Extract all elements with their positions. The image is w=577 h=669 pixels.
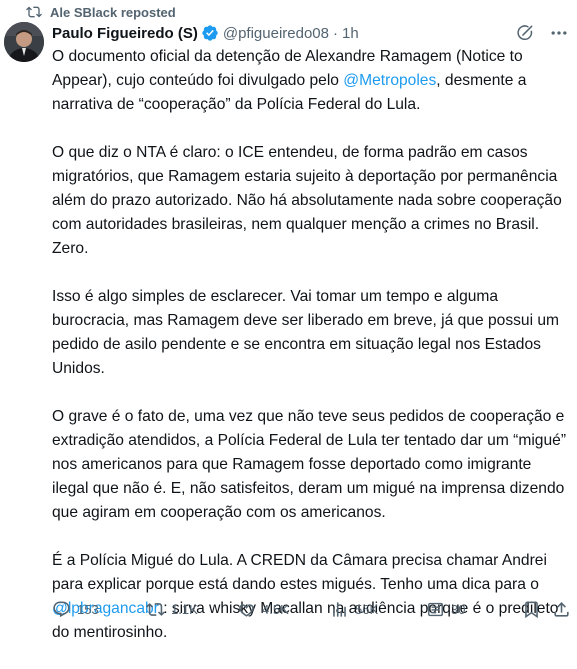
text-segment: É a Polícia Migué do Lula. A CREDN da Câ… [52, 552, 547, 593]
more-options-icon[interactable] [549, 23, 569, 43]
tweet-text: O documento oficial da detenção de Alexa… [52, 45, 572, 669]
separator-dot: · [332, 24, 338, 42]
notes-button[interactable]: 30 [426, 600, 465, 619]
heart-icon [239, 603, 254, 617]
views-chart-icon [333, 601, 346, 617]
views-count: 56K [355, 601, 379, 617]
paragraph: Isso é algo simples de esclarecer. Vai t… [52, 288, 560, 377]
timestamp[interactable]: 1h [342, 25, 359, 42]
share-icon [554, 601, 569, 617]
author-handle[interactable]: @pfigueiredo08 [223, 25, 329, 42]
social-context-label: Ale SBlack reposted [50, 4, 176, 20]
bookmark-icon [525, 601, 538, 618]
paragraph: O documento oficial da detenção de Alexa… [52, 45, 572, 117]
tweet-header: Paulo Figueiredo (S) @pfigueiredo08 · 1h [52, 22, 569, 44]
paragraph: É a Polícia Migué do Lula. A CREDN da Câ… [52, 549, 572, 645]
tweet[interactable]: Ale SBlack reposted Paulo Figueiredo (S)… [0, 0, 577, 641]
repost-icon [26, 4, 42, 20]
paragraph: O que diz o NTA é claro: o ICE entendeu,… [52, 144, 562, 257]
repost-button[interactable]: 1.1K [146, 600, 198, 619]
verified-badge-icon[interactable] [201, 24, 219, 42]
reply-icon [53, 601, 70, 617]
like-count: 4.5K [262, 601, 289, 617]
repost-count: 1.1K [171, 601, 198, 617]
views-button[interactable]: 56K [330, 600, 378, 619]
social-context[interactable]: Ale SBlack reposted [26, 4, 176, 20]
bookmark-button[interactable] [522, 600, 541, 619]
action-bar: 153 1.1K 4.5K 56K 30 [52, 598, 569, 620]
like-button[interactable]: 4.5K [237, 600, 289, 619]
reply-button[interactable]: 153 [52, 600, 99, 619]
repost-icon [146, 602, 165, 616]
grok-icon[interactable] [515, 23, 535, 43]
author-name[interactable]: Paulo Figueiredo (S) [52, 25, 198, 42]
article-icon [428, 602, 443, 616]
avatar[interactable] [4, 22, 44, 62]
reply-count: 153 [77, 601, 99, 617]
paragraph: O grave é o fato de, uma vez que não tev… [52, 408, 567, 521]
mention-link[interactable]: @Metropoles [343, 72, 436, 89]
notes-count: 30 [451, 601, 466, 617]
share-button[interactable] [552, 600, 571, 619]
